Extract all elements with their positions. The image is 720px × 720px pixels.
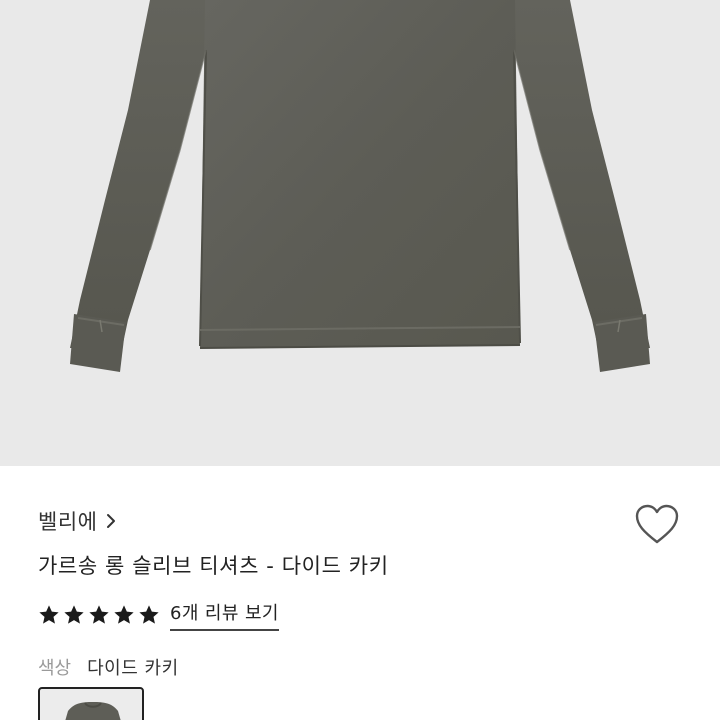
swatch-thumbnail [65, 702, 121, 720]
color-swatch-selected[interactable] [38, 687, 144, 720]
chevron-right-icon [105, 512, 119, 530]
brand-link[interactable]: 벨리에 [38, 506, 119, 536]
star-rating [38, 604, 160, 626]
reviews-link[interactable]: 6개 리뷰 보기 [170, 599, 279, 631]
heart-outline-icon [635, 504, 679, 544]
wishlist-button[interactable] [632, 500, 682, 548]
product-info: 벨리에 가르송 롱 슬리브 티셔츠 - 다이드 카키 6개 리뷰 보기 색상 다… [0, 466, 720, 720]
product-title: 가르송 롱 슬리브 티셔츠 - 다이드 카키 [38, 554, 389, 578]
rating-row: 6개 리뷰 보기 [38, 599, 279, 631]
product-image [0, 0, 720, 466]
color-label: 색상 [38, 658, 72, 679]
star-filled-icon [139, 605, 159, 624]
star-filled-icon [114, 605, 134, 624]
color-option-row: 색상 다이드 카키 [38, 654, 179, 680]
brand-name: 벨리에 [38, 510, 98, 534]
star-filled-icon [64, 605, 84, 624]
selected-color-value: 다이드 카키 [87, 658, 179, 679]
star-filled-icon [89, 605, 109, 624]
garment-illustration [70, 0, 650, 372]
star-filled-icon [39, 605, 59, 624]
